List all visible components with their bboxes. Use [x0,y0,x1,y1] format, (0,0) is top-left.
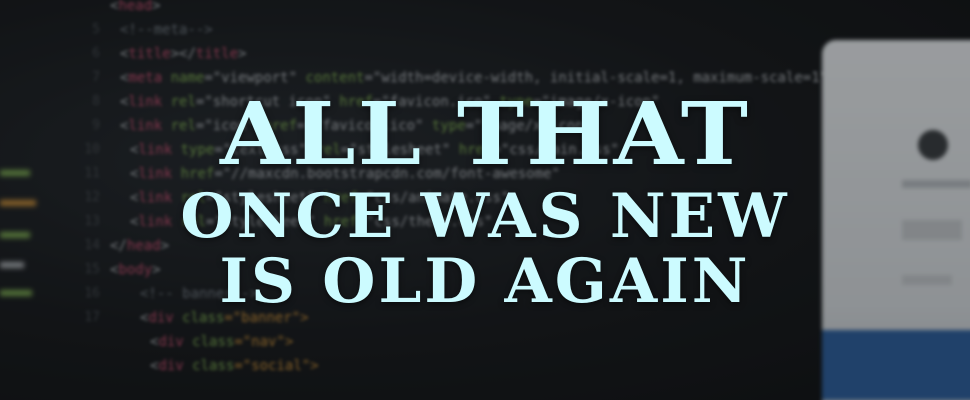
banner: 5 6 7 8 9 10 11 12 13 14 15 16 17 <head> <!--meta--> <… [0,0,970,400]
headline-line-3: IS OLD AGAIN [219,246,751,317]
headline: ALL THAT ONCE WAS NEW IS OLD AGAIN [0,84,970,317]
headline-line-1: ALL THAT [219,84,751,185]
headline-line-2: ONCE WAS NEW [180,181,790,252]
